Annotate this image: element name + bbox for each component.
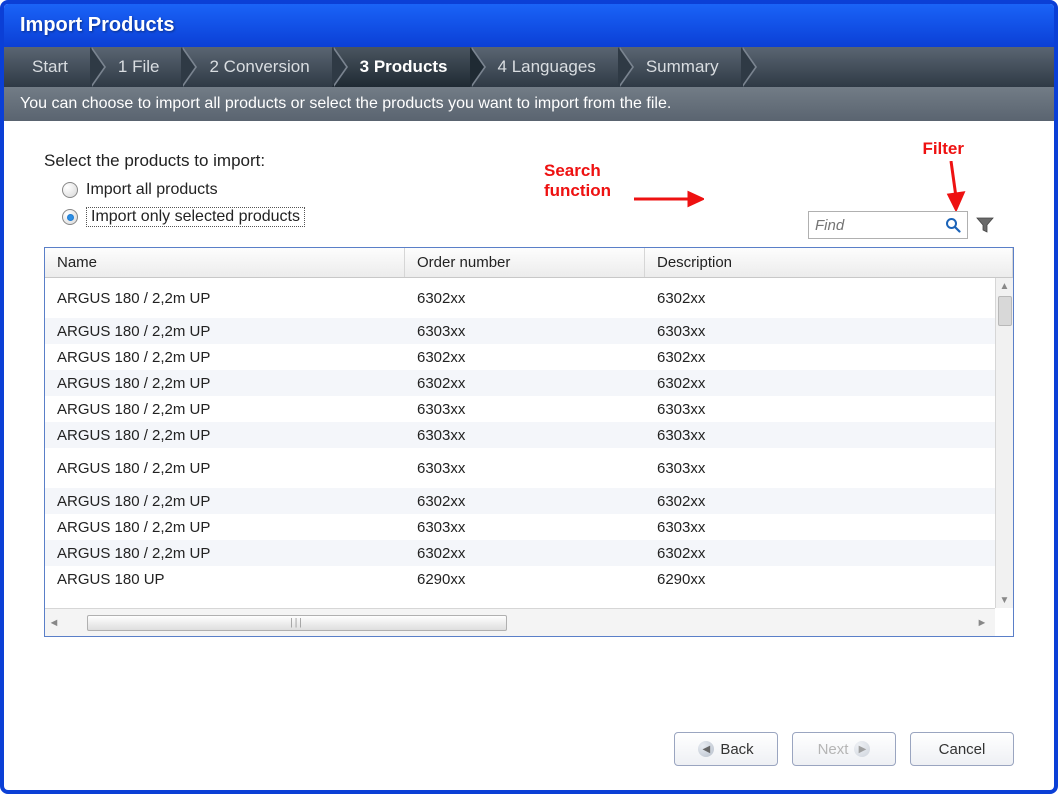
column-header-description[interactable]: Description bbox=[645, 248, 1013, 277]
table-body: ARGUS 180 / 2,2m UP6302xx6302xxARGUS 180… bbox=[45, 278, 1013, 608]
table-cell: ARGUS 180 UP bbox=[45, 571, 405, 588]
button-label: Cancel bbox=[939, 741, 986, 758]
back-button[interactable]: ◀ Back bbox=[674, 732, 778, 766]
table-row[interactable]: ARGUS 180 / 2,2m UP6303xx6303xx bbox=[45, 396, 1013, 422]
radio-icon bbox=[62, 182, 78, 198]
table-cell: 6302xx bbox=[645, 375, 1013, 392]
table-cell: 6302xx bbox=[405, 375, 645, 392]
cancel-button[interactable]: Cancel bbox=[910, 732, 1014, 766]
scroll-left-icon[interactable]: ◄ bbox=[45, 617, 63, 629]
table-cell: 6290xx bbox=[645, 571, 1013, 588]
table-cell: ARGUS 180 / 2,2m UP bbox=[45, 493, 405, 510]
table-cell: 6302xx bbox=[405, 493, 645, 510]
back-arrow-icon: ◀ bbox=[698, 741, 714, 757]
table-cell: 6302xx bbox=[645, 545, 1013, 562]
horizontal-scrollbar[interactable]: ◄ ► bbox=[45, 608, 995, 636]
table-cell: 6302xx bbox=[405, 349, 645, 366]
table-cell: ARGUS 180 / 2,2m UP bbox=[45, 519, 405, 536]
scroll-right-icon[interactable]: ► bbox=[973, 617, 991, 629]
content-area: Select the products to import: Import al… bbox=[4, 121, 1054, 708]
table-cell: 6303xx bbox=[405, 427, 645, 444]
button-label: Next bbox=[818, 741, 849, 758]
table-cell: 6302xx bbox=[405, 545, 645, 562]
table-cell: ARGUS 180 / 2,2m UP bbox=[45, 349, 405, 366]
table-cell: ARGUS 180 / 2,2m UP bbox=[45, 401, 405, 418]
column-header-name[interactable]: Name bbox=[45, 248, 405, 277]
radio-label: Import only selected products bbox=[86, 207, 305, 227]
scroll-thumb[interactable] bbox=[998, 296, 1012, 326]
table-row[interactable]: ARGUS 180 / 2,2m UP6303xx6303xx bbox=[45, 448, 1013, 488]
filter-icon[interactable] bbox=[976, 216, 994, 234]
table-cell: 6303xx bbox=[645, 519, 1013, 536]
window-title: Import Products bbox=[4, 4, 1054, 47]
column-header-order[interactable]: Order number bbox=[405, 248, 645, 277]
dialog-footer: ◀ Back Next ▶ Cancel bbox=[4, 708, 1054, 790]
wizard-steps: Start1 File2 Conversion3 Products4 Langu… bbox=[4, 47, 1054, 87]
search-filter-area bbox=[808, 211, 994, 239]
table-row[interactable]: ARGUS 180 / 2,2m UP6303xx6303xx bbox=[45, 514, 1013, 540]
next-arrow-icon: ▶ bbox=[854, 741, 870, 757]
wizard-step[interactable]: 4 Languages bbox=[470, 47, 618, 87]
scroll-up-icon[interactable]: ▲ bbox=[996, 278, 1013, 294]
search-input[interactable] bbox=[815, 217, 941, 234]
table-cell: 6303xx bbox=[405, 323, 645, 340]
table-row[interactable]: ARGUS 180 / 2,2m UP6302xx6302xx bbox=[45, 488, 1013, 514]
table-row[interactable]: ARGUS 180 / 2,2m UP6302xx6302xx bbox=[45, 278, 1013, 318]
wizard-step[interactable]: Start bbox=[4, 47, 90, 87]
dialog-window: Import Products Start1 File2 Conversion3… bbox=[0, 0, 1058, 794]
table-cell: ARGUS 180 / 2,2m UP bbox=[45, 427, 405, 444]
table-row[interactable]: ARGUS 180 / 2,2m UP6302xx6302xx bbox=[45, 540, 1013, 566]
table-cell: ARGUS 180 / 2,2m UP bbox=[45, 323, 405, 340]
button-label: Back bbox=[720, 741, 753, 758]
table-cell: ARGUS 180 / 2,2m UP bbox=[45, 460, 405, 477]
table-cell: 6303xx bbox=[645, 401, 1013, 418]
table-row[interactable]: ARGUS 180 / 2,2m UP6302xx6302xx bbox=[45, 370, 1013, 396]
table-header: Name Order number Description bbox=[45, 248, 1013, 278]
wizard-step[interactable]: Summary bbox=[618, 47, 741, 87]
radio-label: Import all products bbox=[86, 181, 218, 199]
table-row[interactable]: ARGUS 180 / 2,2m UP6303xx6303xx bbox=[45, 318, 1013, 344]
table-cell: 6303xx bbox=[645, 460, 1013, 477]
search-icon[interactable] bbox=[945, 217, 961, 233]
vertical-scrollbar[interactable]: ▲ ▼ bbox=[995, 278, 1013, 608]
table-cell: ARGUS 180 / 2,2m UP bbox=[45, 545, 405, 562]
table-cell: 6302xx bbox=[645, 349, 1013, 366]
table-cell: 6303xx bbox=[405, 460, 645, 477]
table-cell: 6303xx bbox=[645, 323, 1013, 340]
wizard-step[interactable]: 3 Products bbox=[332, 47, 470, 87]
next-button[interactable]: Next ▶ bbox=[792, 732, 896, 766]
radio-icon bbox=[62, 209, 78, 225]
table-cell: 6303xx bbox=[405, 401, 645, 418]
table-cell: 6290xx bbox=[405, 571, 645, 588]
scroll-down-icon[interactable]: ▼ bbox=[996, 592, 1013, 608]
table-cell: ARGUS 180 / 2,2m UP bbox=[45, 290, 405, 307]
search-box[interactable] bbox=[808, 211, 968, 239]
table-row[interactable]: ARGUS 180 UP6290xx6290xx bbox=[45, 566, 1013, 592]
table-row[interactable]: ARGUS 180 / 2,2m UP6303xx6303xx bbox=[45, 422, 1013, 448]
wizard-step[interactable]: 2 Conversion bbox=[181, 47, 331, 87]
section-label: Select the products to import: bbox=[44, 151, 1014, 171]
table-cell: 6303xx bbox=[405, 519, 645, 536]
table-cell: 6302xx bbox=[405, 290, 645, 307]
products-table: Name Order number Description ARGUS 180 … bbox=[44, 247, 1014, 637]
table-cell: ARGUS 180 / 2,2m UP bbox=[45, 375, 405, 392]
scroll-thumb[interactable] bbox=[87, 615, 507, 631]
table-cell: 6303xx bbox=[645, 427, 1013, 444]
table-cell: 6302xx bbox=[645, 290, 1013, 307]
table-cell: 6302xx bbox=[645, 493, 1013, 510]
table-row[interactable]: ARGUS 180 / 2,2m UP6302xx6302xx bbox=[45, 344, 1013, 370]
radio-import-all[interactable]: Import all products bbox=[62, 181, 1014, 199]
info-bar: You can choose to import all products or… bbox=[4, 87, 1054, 121]
